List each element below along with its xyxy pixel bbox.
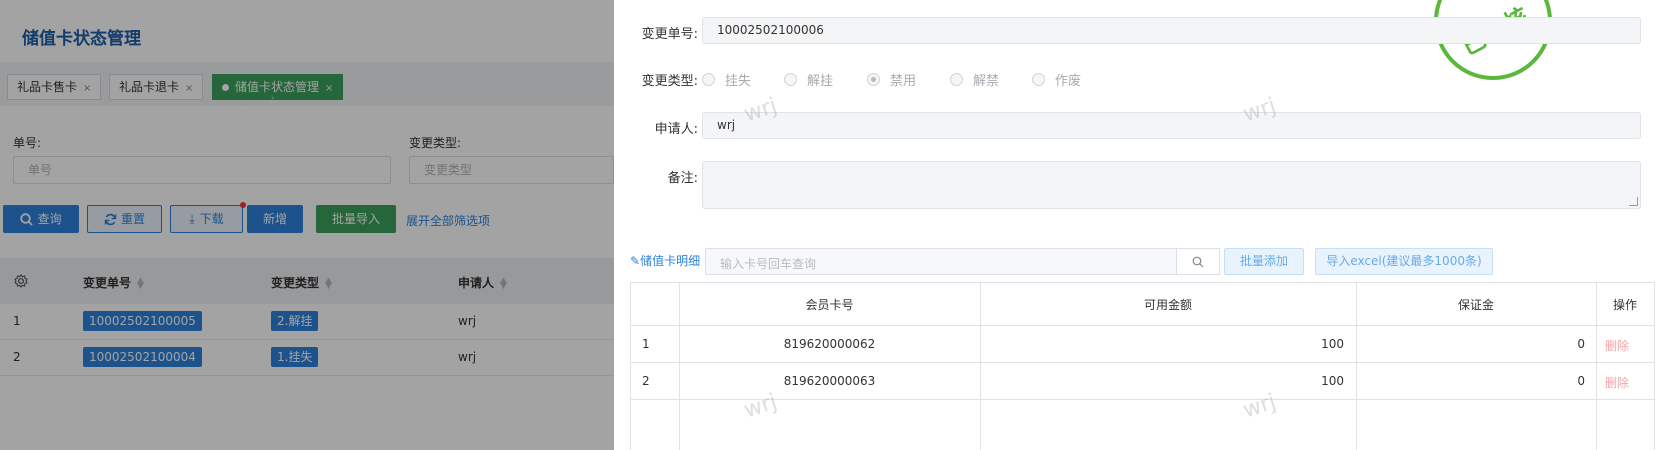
delete-link[interactable]: 删除 — [1605, 374, 1629, 391]
radio-label: 解禁 — [973, 74, 1000, 89]
drawer-remark-label: 备注: — [667, 171, 698, 186]
batch-add-button[interactable]: 批量添加 — [1224, 248, 1304, 275]
card-detail-table: 会员卡号 可用金额 保证金 操作 1 819620000062 100 0 删除… — [630, 282, 1655, 450]
radio-unlink-loss[interactable]: 解挂 — [784, 70, 833, 89]
radio-label: 挂失 — [725, 74, 752, 89]
table-row: 1 819620000062 100 0 删除 — [631, 326, 1654, 363]
table-header: 会员卡号 可用金额 保证金 操作 — [631, 283, 1654, 326]
amount-cell: 100 — [1321, 337, 1344, 351]
row-index: 1 — [642, 337, 650, 351]
modal-overlay[interactable] — [0, 0, 614, 450]
search-icon — [1192, 256, 1204, 268]
amount-cell: 100 — [1321, 374, 1344, 388]
detail-drawer: 已审核 变更单号: 10002502100006 变更类型: 挂失 解挂 禁用 … — [614, 0, 1663, 450]
radio-void[interactable]: 作废 — [1032, 70, 1081, 89]
radio-label: 解挂 — [807, 74, 834, 89]
radio-circle — [950, 73, 963, 86]
card-detail-label: 储值卡明细 — [640, 254, 701, 268]
edit-icon: ✎ — [630, 254, 641, 268]
radio-circle — [784, 73, 797, 86]
card-search-button[interactable] — [1176, 248, 1220, 275]
card-no-cell: 819620000063 — [783, 374, 876, 388]
drawer-order-no-label: 变更单号: — [641, 27, 698, 42]
drawer-applicant-label: 申请人: — [654, 122, 698, 137]
radio-circle — [702, 73, 715, 86]
radio-circle — [1032, 73, 1045, 86]
resize-handle[interactable] — [1629, 197, 1638, 206]
column-header-card-no: 会员卡号 — [805, 298, 854, 312]
deposit-cell: 0 — [1577, 337, 1585, 351]
column-header-action: 操作 — [1612, 298, 1637, 312]
table-row: 2 819620000063 100 0 删除 — [631, 363, 1654, 400]
radio-report-loss[interactable]: 挂失 — [702, 70, 751, 89]
card-no-cell: 819620000062 — [783, 337, 876, 351]
radio-circle — [867, 73, 880, 86]
deposit-cell: 0 — [1577, 374, 1585, 388]
drawer-applicant-field[interactable]: wrj — [702, 112, 1641, 139]
card-detail-link[interactable]: ✎储值卡明细 — [630, 252, 700, 269]
import-excel-button[interactable]: 导入excel(建议最多1000条) — [1315, 248, 1493, 275]
card-search-placeholder: 输入卡号回车查询 — [720, 257, 817, 271]
remark-textarea[interactable] — [702, 161, 1641, 209]
drawer-order-no-field[interactable]: 10002502100006 — [702, 17, 1641, 44]
radio-disable[interactable]: 禁用 — [867, 70, 916, 89]
radio-label: 禁用 — [890, 74, 917, 89]
drawer-change-type-label: 变更类型: — [641, 74, 698, 89]
row-index: 2 — [642, 374, 650, 388]
card-search-input[interactable]: 输入卡号回车查询 — [705, 248, 1208, 275]
radio-enable[interactable]: 解禁 — [950, 70, 999, 89]
column-header-amount: 可用金额 — [1143, 298, 1192, 312]
radio-label: 作废 — [1055, 74, 1082, 89]
column-header-deposit: 保证金 — [1457, 298, 1494, 312]
delete-link[interactable]: 删除 — [1605, 337, 1629, 354]
